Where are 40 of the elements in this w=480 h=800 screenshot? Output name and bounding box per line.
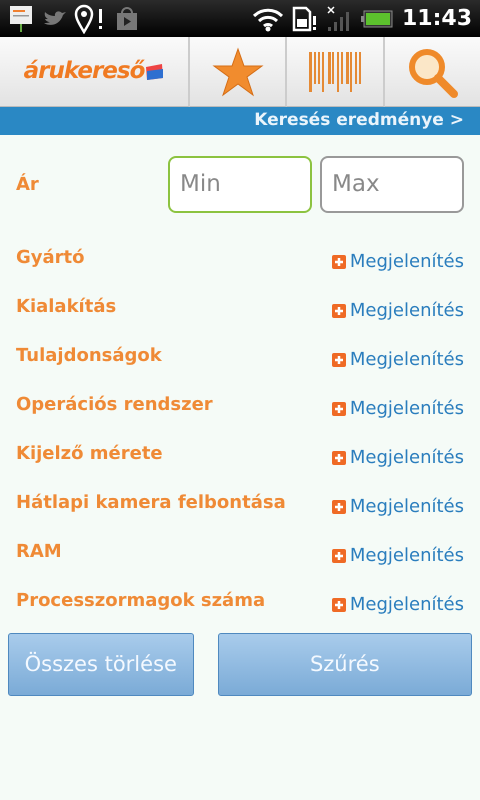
show-link[interactable]: Megjelenítés <box>332 338 464 373</box>
filter-label: Gyártó <box>16 246 85 270</box>
no-signal-icon <box>326 4 352 32</box>
show-link[interactable]: Megjelenítés <box>332 289 464 324</box>
plus-icon <box>332 450 346 464</box>
filter-label: Hátlapi kamera felbontása <box>16 491 286 515</box>
filter-label: Processzormagok száma <box>16 589 266 613</box>
filter-label: Kialakítás <box>16 295 116 319</box>
min-price-field[interactable]: Min <box>168 156 312 212</box>
show-link[interactable]: Megjelenítés <box>332 387 464 422</box>
logo-button[interactable]: árukereső <box>0 37 190 107</box>
price-label: Ár <box>16 172 39 196</box>
plus-icon <box>332 500 346 514</box>
show-link[interactable]: Megjelenítés <box>332 485 464 520</box>
barcode-button[interactable] <box>287 37 385 107</box>
card-icon <box>144 62 164 80</box>
show-link[interactable]: Megjelenítés <box>332 583 464 618</box>
plus-icon <box>332 548 346 562</box>
filter-label: Operációs rendszer <box>16 393 213 417</box>
battery-icon <box>360 8 394 28</box>
barcode-icon <box>308 52 361 92</box>
plus-icon <box>332 598 346 612</box>
notification-icon <box>8 4 34 34</box>
show-link[interactable]: Megjelenítés <box>332 534 464 569</box>
search-button[interactable] <box>384 37 480 107</box>
filter-label: Tulajdonságok <box>16 344 162 368</box>
sim-alert-icon <box>292 6 318 32</box>
star-icon <box>212 46 264 96</box>
favorites-button[interactable] <box>190 37 288 107</box>
plus-icon <box>332 352 346 366</box>
clock: 11:43 <box>402 5 472 33</box>
show-link[interactable]: Megjelenítés <box>332 436 464 471</box>
filter-label: Kijelző mérete <box>16 442 163 466</box>
show-link[interactable]: Megjelenítés <box>332 240 464 275</box>
plus-icon <box>332 254 346 268</box>
store-icon <box>116 6 138 30</box>
max-price-field[interactable]: Max <box>320 156 464 212</box>
plus-icon <box>332 304 346 318</box>
plus-icon <box>332 402 346 416</box>
filter-label: RAM <box>16 540 62 564</box>
